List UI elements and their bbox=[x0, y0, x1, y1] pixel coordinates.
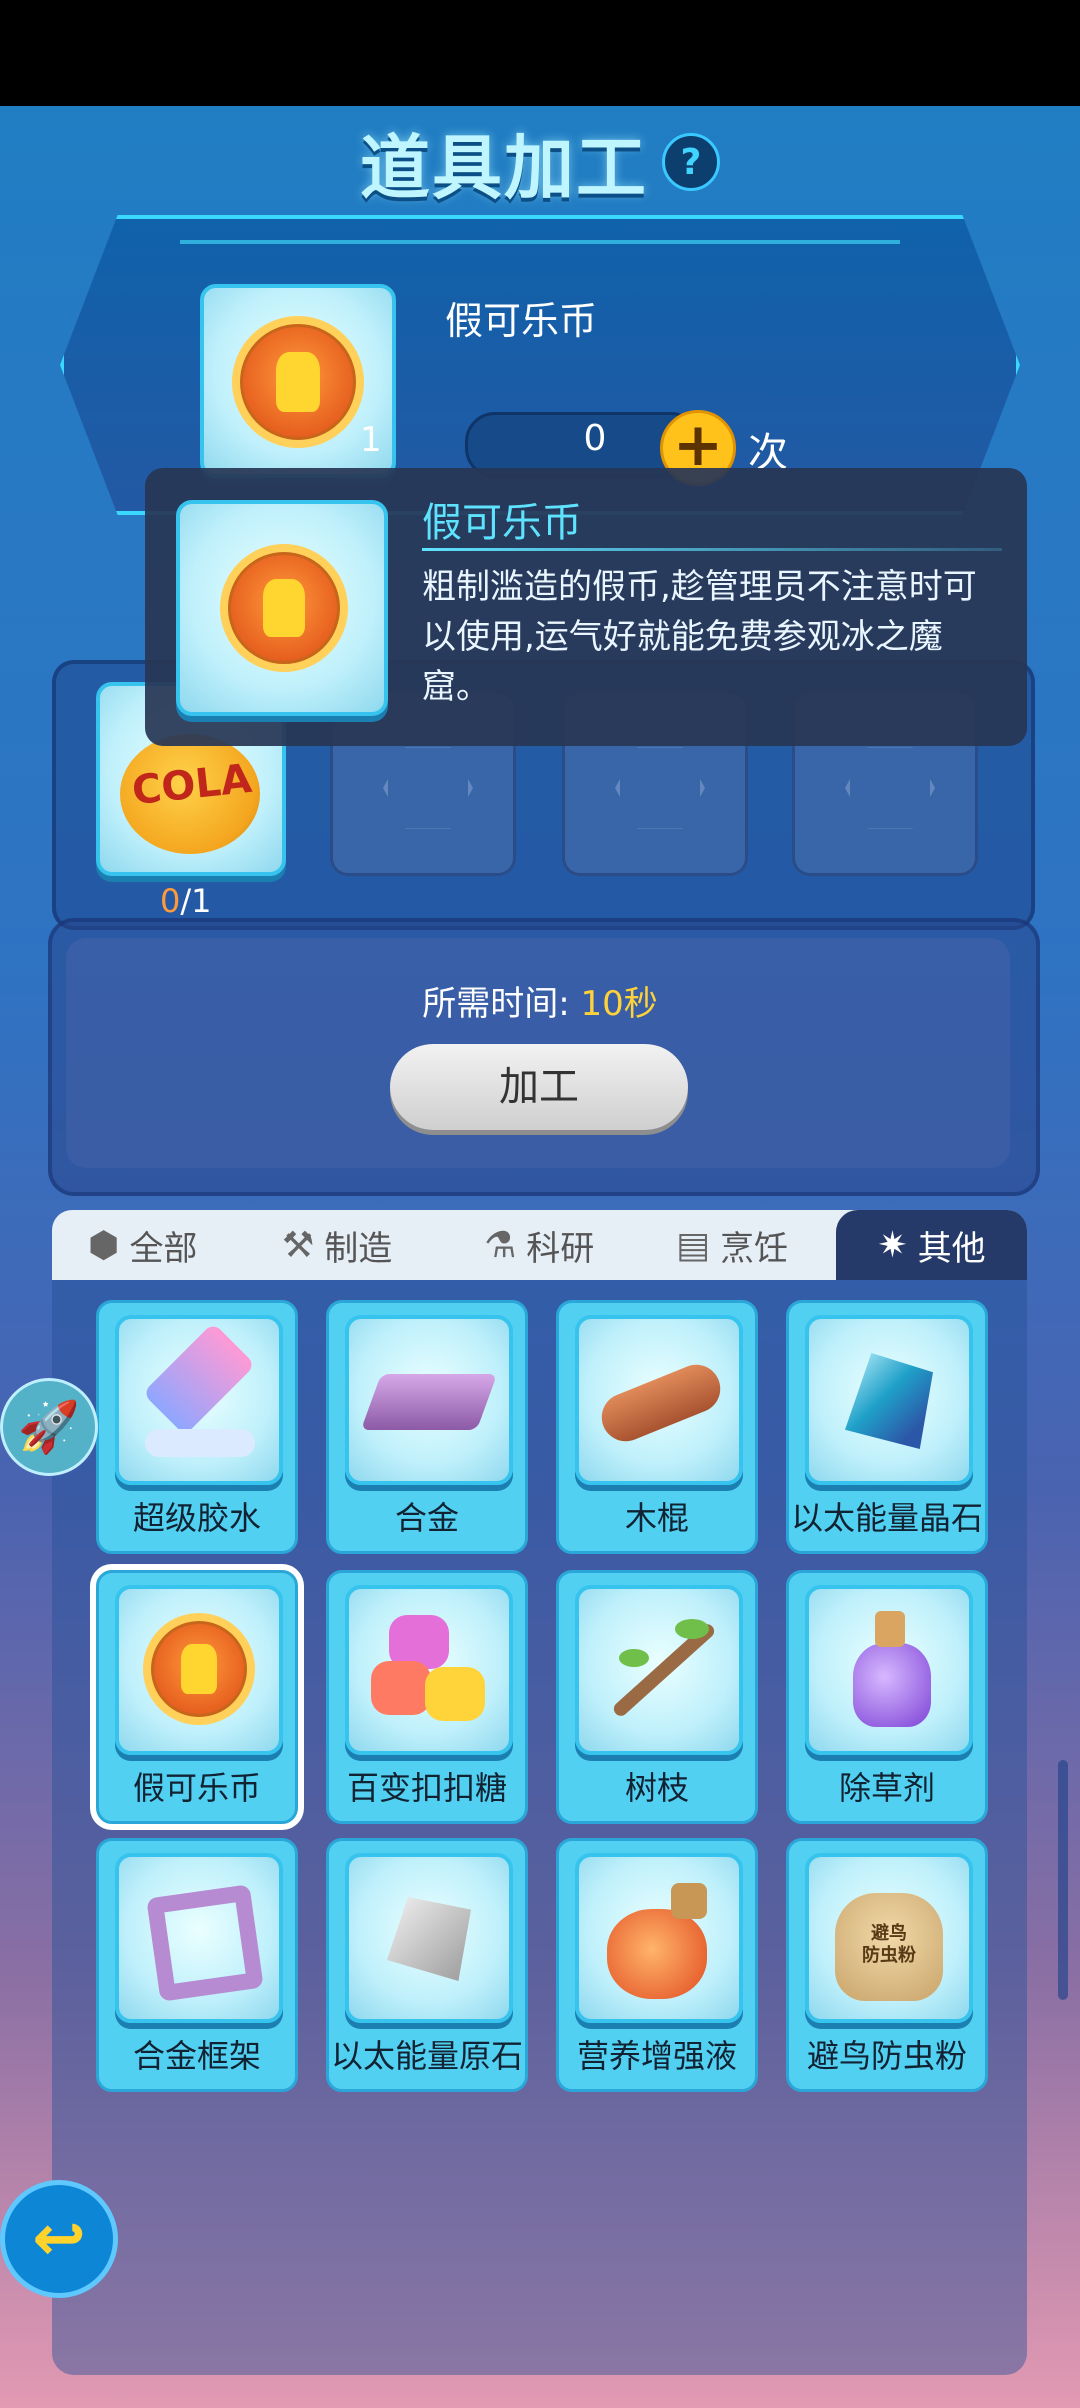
item-card-candy[interactable]: 百变扣扣糖 bbox=[326, 1570, 528, 1824]
item-card-branch[interactable]: 树枝 bbox=[556, 1570, 758, 1824]
item-card-ether-crystal[interactable]: 以太能量晶石 bbox=[786, 1300, 988, 1554]
item-label: 营养增强液 bbox=[576, 2037, 737, 2075]
selected-item-name: 假可乐币 bbox=[445, 299, 598, 343]
empty-slot-icon bbox=[845, 747, 935, 829]
tooltip-title: 假可乐币 bbox=[422, 500, 582, 546]
jar-icon bbox=[575, 1853, 743, 2023]
tooltip-description: 粗制滥造的假币,趁管理员不注意时可以使用,运气好就能免费参观冰之魔窟。 bbox=[422, 567, 977, 707]
alloy-icon bbox=[345, 1315, 513, 1485]
item-label: 避鸟防虫粉 bbox=[806, 2037, 967, 2075]
tools-icon: ⚒ bbox=[282, 1224, 315, 1266]
page-title: 道具加工 bbox=[360, 126, 648, 209]
tab-research[interactable]: ⚗ 科研 bbox=[484, 1210, 594, 1280]
candy-icon bbox=[345, 1585, 513, 1755]
item-card-fake-cola-coin[interactable]: 假可乐币 bbox=[96, 1570, 298, 1824]
rocket-icon[interactable]: 🚀 bbox=[0, 1378, 98, 1476]
tooltip-divider bbox=[422, 548, 1002, 551]
log-icon bbox=[575, 1315, 743, 1485]
material-count: 0/1 bbox=[160, 882, 212, 920]
process-button[interactable]: 加工 bbox=[390, 1044, 688, 1130]
coin-icon bbox=[220, 544, 348, 672]
status-bar bbox=[0, 0, 1080, 106]
branch-icon bbox=[575, 1585, 743, 1755]
cola-cap-icon: COLA bbox=[120, 734, 260, 854]
crystal-icon bbox=[805, 1315, 973, 1485]
empty-slot-icon bbox=[383, 747, 473, 829]
header: 道具加工 ? bbox=[0, 112, 1080, 212]
item-label: 木棍 bbox=[624, 1499, 689, 1537]
owned-count: 1 bbox=[360, 420, 382, 460]
coin-icon bbox=[232, 316, 364, 448]
help-icon[interactable]: ? bbox=[662, 133, 720, 191]
required-time: 所需时间: 10秒 bbox=[422, 984, 658, 1024]
panel-decoration bbox=[180, 240, 900, 244]
tooltip-item-icon bbox=[176, 500, 388, 716]
back-button[interactable]: ↩ bbox=[0, 2180, 118, 2298]
item-card-nutrient[interactable]: 营养增强液 bbox=[556, 1838, 758, 2092]
scrollbar[interactable] bbox=[1058, 1760, 1068, 2000]
item-label: 超级胶水 bbox=[132, 1499, 261, 1537]
sack-icon: 避鸟 防虫粉 bbox=[805, 1853, 973, 2023]
item-card-herbicide[interactable]: 除草剂 bbox=[786, 1570, 988, 1824]
empty-slot-icon bbox=[615, 747, 705, 829]
item-label: 合金 bbox=[394, 1499, 459, 1537]
frame-icon bbox=[115, 1853, 283, 2023]
tab-cooking[interactable]: ▤ 烹饪 bbox=[676, 1210, 788, 1280]
flask-icon: ⚗ bbox=[484, 1224, 517, 1266]
item-label: 百变扣扣糖 bbox=[346, 1769, 507, 1807]
coin-icon bbox=[115, 1585, 283, 1755]
back-arrow-icon: ↩ bbox=[32, 2202, 86, 2276]
item-card-alloy-frame[interactable]: 合金框架 bbox=[96, 1838, 298, 2092]
item-label: 假可乐币 bbox=[132, 1769, 261, 1807]
potion-icon bbox=[805, 1585, 973, 1755]
item-card-repellent[interactable]: 避鸟 防虫粉 避鸟防虫粉 bbox=[786, 1838, 988, 2092]
ore-icon bbox=[345, 1853, 513, 2023]
item-card-ether-ore[interactable]: 以太能量原石 bbox=[326, 1838, 528, 2092]
item-label: 树枝 bbox=[624, 1769, 689, 1807]
tab-craft[interactable]: ⚒ 制造 bbox=[282, 1210, 392, 1280]
stove-icon: ▤ bbox=[676, 1224, 711, 1266]
item-card-log[interactable]: 木棍 bbox=[556, 1300, 758, 1554]
item-card-glue[interactable]: 超级胶水 bbox=[96, 1300, 298, 1554]
tab-other[interactable]: ✷ 其他 bbox=[836, 1210, 1027, 1280]
item-label: 除草剂 bbox=[838, 1769, 935, 1807]
item-label: 合金框架 bbox=[132, 2037, 261, 2075]
tab-all[interactable]: ⬢ 全部 bbox=[88, 1210, 197, 1280]
item-label: 以太能量原石 bbox=[330, 2037, 523, 2075]
hexagon-icon: ⬢ bbox=[88, 1224, 120, 1266]
glue-icon bbox=[115, 1315, 283, 1485]
item-card-alloy[interactable]: 合金 bbox=[326, 1300, 528, 1554]
item-label: 以太能量晶石 bbox=[790, 1499, 983, 1537]
gear-icon: ✷ bbox=[877, 1224, 908, 1266]
